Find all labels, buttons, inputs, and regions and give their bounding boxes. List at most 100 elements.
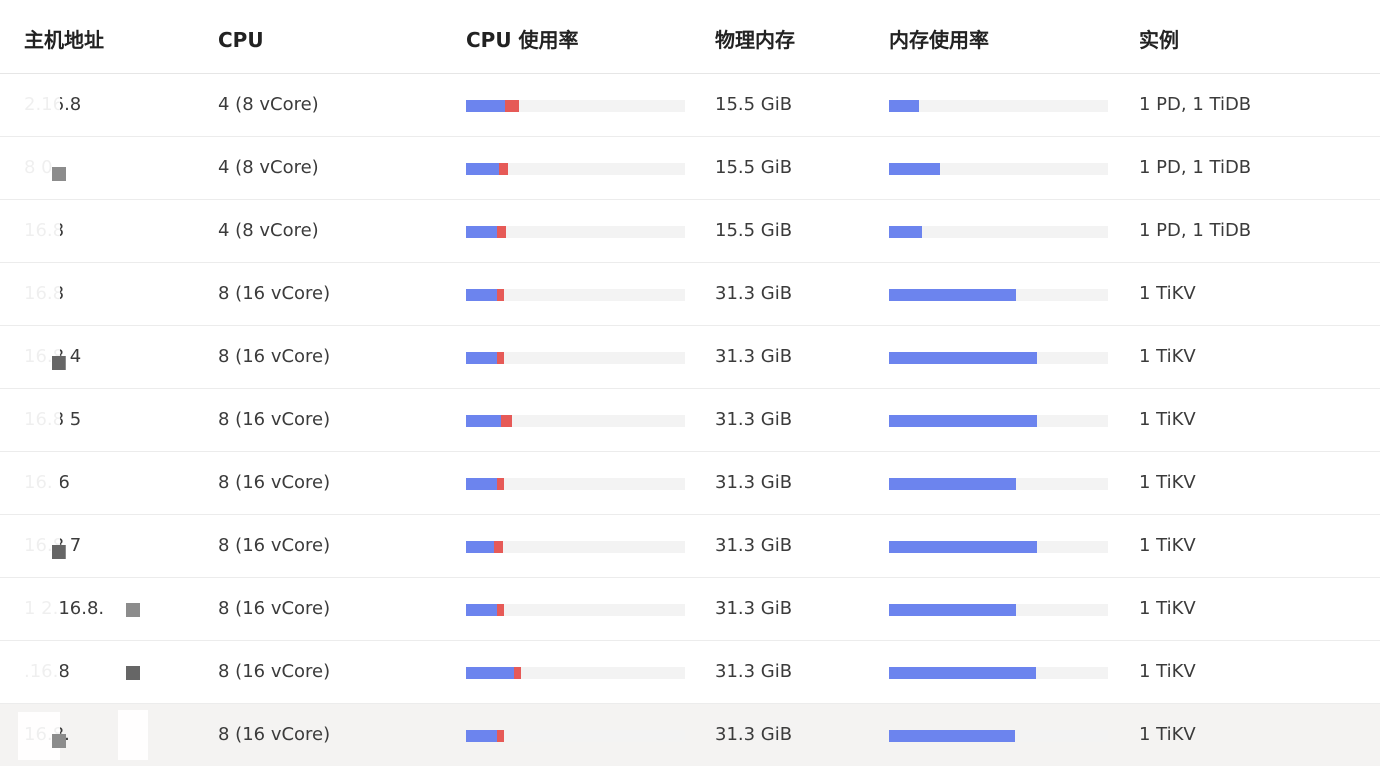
table-row[interactable]: 16.88 (16 vCore)31.3 GiB1 TiKV [0,263,1380,326]
memory-usage-bar[interactable] [889,604,1108,616]
instances: 1 TiKV [1139,661,1196,682]
table-row[interactable]: 2.16.84 (8 vCore)15.5 GiB1 PD, 1 TiDB [0,74,1380,137]
table-header: 主机地址 CPU CPU 使用率 物理内存 内存使用率 实例 [0,0,1380,74]
cpu-system-fill [499,163,508,175]
cpu-cores: 8 (16 vCore) [218,283,331,304]
cpu-user-fill [466,478,497,490]
cpu-cores: 8 (16 vCore) [218,724,331,745]
physical-memory: 31.3 GiB [715,409,793,430]
memory-used-fill [889,226,922,238]
table-row[interactable]: 8 04 (8 vCore)15.5 GiB1 PD, 1 TiDB [0,137,1380,200]
cpu-system-fill [497,604,504,616]
host-redaction-mask [18,389,148,451]
cpu-usage-bar[interactable] [466,226,685,238]
memory-used-fill [889,667,1036,679]
cpu-usage-bar[interactable] [466,100,685,112]
cpu-user-fill [466,163,499,175]
physical-memory: 15.5 GiB [715,94,793,115]
host-redaction-mask [18,515,148,577]
memory-used-fill [889,100,919,112]
cpu-usage-bar[interactable] [466,415,685,427]
memory-used-fill [889,163,940,175]
host-redaction-mask [18,326,148,388]
column-header-instances[interactable]: 实例 [1139,0,1179,73]
column-header-host[interactable]: 主机地址 [24,0,104,73]
cpu-usage-bar[interactable] [466,730,685,742]
host-redaction-mask [18,641,148,703]
memory-usage-bar[interactable] [889,226,1108,238]
cpu-cores: 8 (16 vCore) [218,661,331,682]
host-redaction-mask [18,704,148,766]
table-row[interactable]: 16.84 (8 vCore)15.5 GiB1 PD, 1 TiDB [0,200,1380,263]
cpu-cores: 8 (16 vCore) [218,598,331,619]
table-row[interactable]: 1 2.16.8. 8 (16 vCore) 31.3 GiB 1 TiKV [0,578,1380,641]
table-row[interactable]: 16. 68 (16 vCore)31.3 GiB1 TiKV [0,452,1380,515]
instances: 1 TiKV [1139,472,1196,493]
physical-memory: 31.3 GiB [715,283,793,304]
cpu-user-fill [466,100,505,112]
column-header-cpu-usage[interactable]: CPU 使用率 [466,0,579,73]
instances: 1 TiKV [1139,283,1196,304]
memory-usage-bar[interactable] [889,415,1108,427]
cpu-cores: 8 (16 vCore) [218,409,331,430]
cpu-user-fill [466,226,497,238]
column-header-cpu[interactable]: CPU [218,0,264,73]
physical-memory: 31.3 GiB [715,598,793,619]
memory-usage-bar[interactable] [889,667,1108,679]
cpu-usage-bar[interactable] [466,667,685,679]
memory-usage-bar[interactable] [889,289,1108,301]
cpu-system-fill [514,667,521,679]
cpu-system-fill [497,352,504,364]
cpu-cores: 4 (8 vCore) [218,157,319,178]
cpu-usage-bar[interactable] [466,163,685,175]
physical-memory: 31.3 GiB [715,724,793,745]
memory-used-fill [889,478,1016,490]
cpu-system-fill [494,541,503,553]
physical-memory: 15.5 GiB [715,157,793,178]
column-header-memory-usage[interactable]: 内存使用率 [889,0,989,73]
cpu-usage-bar[interactable] [466,541,685,553]
physical-memory: 31.3 GiB [715,535,793,556]
table-row[interactable]: 16.8 58 (16 vCore)31.3 GiB1 TiKV [0,389,1380,452]
instances: 1 PD, 1 TiDB [1139,220,1252,241]
column-header-memory[interactable]: 物理内存 [715,0,795,73]
cpu-system-fill [505,100,519,112]
cpu-system-fill [497,289,504,301]
memory-usage-bar[interactable] [889,541,1108,553]
cpu-system-fill [501,415,512,427]
memory-usage-bar[interactable] [889,352,1108,364]
instances: 1 TiKV [1139,724,1196,745]
table-row[interactable]: .16.88 (16 vCore)31.3 GiB1 TiKV [0,641,1380,704]
cpu-usage-bar[interactable] [466,352,685,364]
cpu-user-fill [466,289,497,301]
host-table: 主机地址 CPU CPU 使用率 物理内存 内存使用率 实例 2.16.84 (… [0,0,1380,766]
memory-used-fill [889,730,1015,742]
memory-used-fill [889,541,1037,553]
host-redaction-mask [18,74,148,136]
host-redaction-mask [18,137,148,199]
memory-usage-bar[interactable] [889,163,1108,175]
cpu-user-fill [466,730,497,742]
instances: 1 TiKV [1139,346,1196,367]
physical-memory: 31.3 GiB [715,346,793,367]
cpu-usage-bar[interactable] [466,289,685,301]
memory-usage-bar[interactable] [889,730,1108,742]
memory-usage-bar[interactable] [889,100,1108,112]
memory-used-fill [889,352,1037,364]
instances: 1 TiKV [1139,598,1196,619]
cpu-user-fill [466,541,494,553]
cpu-system-fill [497,226,506,238]
cpu-usage-bar[interactable] [466,478,685,490]
host-redaction-mask [18,263,148,325]
cpu-user-fill [466,352,497,364]
table-row[interactable]: 16.8 48 (16 vCore)31.3 GiB1 TiKV [0,326,1380,389]
host-redaction-mask [18,578,148,640]
table-row[interactable]: 16.8 78 (16 vCore)31.3 GiB1 TiKV [0,515,1380,578]
host-redaction-mask [18,200,148,262]
cpu-usage-bar[interactable] [466,604,685,616]
instances: 1 TiKV [1139,535,1196,556]
instances: 1 PD, 1 TiDB [1139,157,1252,178]
memory-used-fill [889,415,1037,427]
table-row[interactable]: 16.8.8 (16 vCore)31.3 GiB1 TiKV [0,704,1380,766]
memory-usage-bar[interactable] [889,478,1108,490]
